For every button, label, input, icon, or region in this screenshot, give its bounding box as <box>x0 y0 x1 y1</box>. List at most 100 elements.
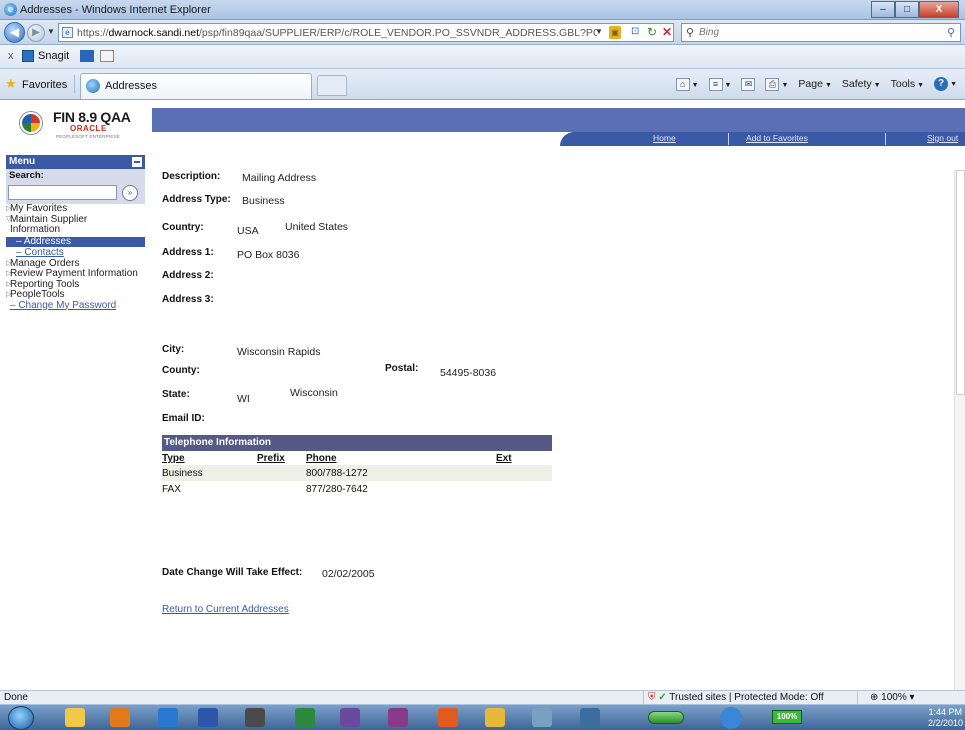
address-type-value: Business <box>242 195 285 207</box>
home-button[interactable]: ⌂ ▼ <box>675 77 699 91</box>
media-icon[interactable] <box>438 708 458 727</box>
return-to-addresses-link[interactable]: Return to Current Addresses <box>162 604 289 615</box>
effective-date-label: Date Change Will Take Effect: <box>162 567 303 578</box>
country-code-value: USA <box>237 225 259 237</box>
snipping-icon[interactable] <box>532 708 552 727</box>
folder-icon[interactable] <box>485 708 505 727</box>
outlook-icon[interactable] <box>110 708 130 727</box>
forward-button[interactable]: ▶ <box>27 24 45 42</box>
window-titlebar: e Addresses - Windows Internet Explorer … <box>0 0 965 20</box>
home-icon: ⌂ <box>675 77 690 91</box>
word-icon[interactable] <box>198 708 218 727</box>
favorites-bar: ★ Favorites Addresses ⌂ ▼ ≡ ▼ ✉ ⎙ ▼ Page ▼ S… <box>0 69 965 100</box>
snagit-button[interactable]: Snagit <box>38 50 69 62</box>
network-icon[interactable] <box>720 707 742 729</box>
messenger-icon[interactable] <box>388 708 408 727</box>
sign-out-link[interactable]: Sign out <box>927 133 958 143</box>
zoom-level[interactable]: ⊕ 100% ▾ <box>870 692 915 703</box>
search-icon[interactable]: ⚲ <box>947 26 955 39</box>
search-box[interactable]: ⚲ ⚲ <box>681 23 961 42</box>
sidebar-menu: Menu Search: » ▷ My Favorites ▽ Maintain S… <box>6 155 145 355</box>
tab-addresses[interactable]: Addresses <box>80 73 312 99</box>
table-row: Business 800/788-1272 <box>162 465 552 481</box>
cell-type: FAX <box>162 484 181 495</box>
back-button[interactable]: ◀ <box>4 22 25 43</box>
address3-label: Address 3: <box>162 294 214 305</box>
tab-label: Addresses <box>105 80 157 92</box>
maximize-button[interactable]: □ <box>895 1 919 18</box>
bing-icon: ⚲ <box>686 27 695 39</box>
app-icon[interactable] <box>580 708 600 727</box>
window-controls: – □ X <box>871 1 959 18</box>
address-field[interactable]: e https://dwarnock.sandi.net/psp/fin89qa… <box>58 23 674 42</box>
clock[interactable]: 1:44 PM 2/2/2010 <box>928 707 963 729</box>
toolbar-close-icon[interactable]: x <box>8 50 14 62</box>
new-tab-button[interactable] <box>317 75 347 96</box>
compatibility-view-icon[interactable]: ⊡ <box>631 26 639 37</box>
menu-search-input[interactable] <box>8 185 117 200</box>
excel-icon[interactable] <box>295 708 315 727</box>
lock-icon[interactable]: ▣ <box>609 26 621 39</box>
state-name-value: Wisconsin <box>290 387 338 399</box>
sidebar-item-addresses[interactable]: – Addresses <box>6 236 145 247</box>
universal-nav: Home Add to Favorites Sign out <box>560 132 965 146</box>
window-title: Addresses - Windows Internet Explorer <box>20 4 211 16</box>
close-button[interactable]: X <box>919 1 959 18</box>
menu-search-go-button[interactable]: » <box>122 185 138 201</box>
home-link[interactable]: Home <box>653 133 676 143</box>
stop-icon[interactable]: ✕ <box>662 25 672 39</box>
help-icon: ? <box>934 77 949 91</box>
internet-explorer-icon[interactable] <box>158 708 178 727</box>
app-icon[interactable] <box>245 708 265 727</box>
snagit-toolbar: x Snagit <box>0 45 965 69</box>
toggle-icon[interactable] <box>648 711 684 724</box>
help-button[interactable]: ? ▼ <box>934 77 957 91</box>
minimize-button[interactable]: – <box>871 1 895 18</box>
print-icon: ⎙ <box>765 77 780 91</box>
logo: FIN 8.9 QAA ORACLE PEOPLESOFT ENTERPRISE <box>0 100 152 148</box>
page-menu[interactable]: Page ▼ <box>798 78 831 90</box>
divider <box>885 133 886 145</box>
effective-date-value: 02/02/2005 <box>322 568 375 580</box>
cell-phone: 877/280-7642 <box>306 484 368 495</box>
tools-menu[interactable]: Tools ▼ <box>891 78 924 90</box>
sidebar-item-peopletools[interactable]: ▷ PeopleTools <box>6 289 145 301</box>
sidebar-item-change-password[interactable]: – Change My Password <box>6 300 145 312</box>
collapsed-arrow-icon: ▷ <box>6 291 12 298</box>
menu-search-label: Search: <box>6 169 145 182</box>
search-input[interactable] <box>699 26 919 39</box>
recent-pages-dropdown[interactable]: ▼ <box>47 27 55 36</box>
vertical-scrollbar[interactable] <box>954 170 965 690</box>
add-to-favorites-link[interactable]: Add to Favorites <box>746 133 808 143</box>
print-button[interactable]: ⎙ ▼ <box>765 77 788 91</box>
favorites-button[interactable]: Favorites <box>22 79 67 91</box>
col-ext[interactable]: Ext <box>496 453 512 464</box>
scrollbar-thumb[interactable] <box>956 170 965 395</box>
product-name: FIN 8.9 QAA <box>53 109 131 125</box>
url-text[interactable]: https://dwarnock.sandi.net/psp/fin89qaa/… <box>77 27 597 39</box>
col-prefix[interactable]: Prefix <box>257 453 285 464</box>
safety-menu[interactable]: Safety ▼ <box>842 78 881 90</box>
col-phone[interactable]: Phone <box>306 453 337 464</box>
favorites-star-icon[interactable]: ★ <box>5 76 17 92</box>
status-text: Done <box>4 692 28 703</box>
refresh-icon[interactable]: ↻ <box>647 25 657 39</box>
battery-indicator[interactable]: 100% <box>772 710 802 724</box>
explorer-icon[interactable] <box>65 708 85 727</box>
table-row: FAX 877/280-7642 <box>162 481 552 497</box>
collapse-menu-icon[interactable] <box>132 157 142 167</box>
read-mail-button[interactable]: ✉ <box>741 77 756 91</box>
snagit-editor-icon[interactable] <box>100 50 114 62</box>
snagit-capture-icon[interactable] <box>80 50 94 62</box>
feeds-button[interactable]: ≡ ▼ <box>708 77 731 91</box>
divider <box>74 75 75 93</box>
url-dropdown-icon[interactable]: ▼ <box>595 27 603 36</box>
feeds-icon: ≡ <box>708 77 723 91</box>
col-type[interactable]: Type <box>162 453 185 464</box>
state-label: State: <box>162 389 190 400</box>
onenote-icon[interactable] <box>340 708 360 727</box>
security-zone[interactable]: ⛨ ✓ Trusted sites | Protected Mode: Off <box>643 691 858 704</box>
snagit-icon[interactable] <box>22 50 34 62</box>
sidebar-item-maintain-supplier-cont[interactable]: Information <box>6 224 145 236</box>
start-button[interactable] <box>8 706 34 730</box>
